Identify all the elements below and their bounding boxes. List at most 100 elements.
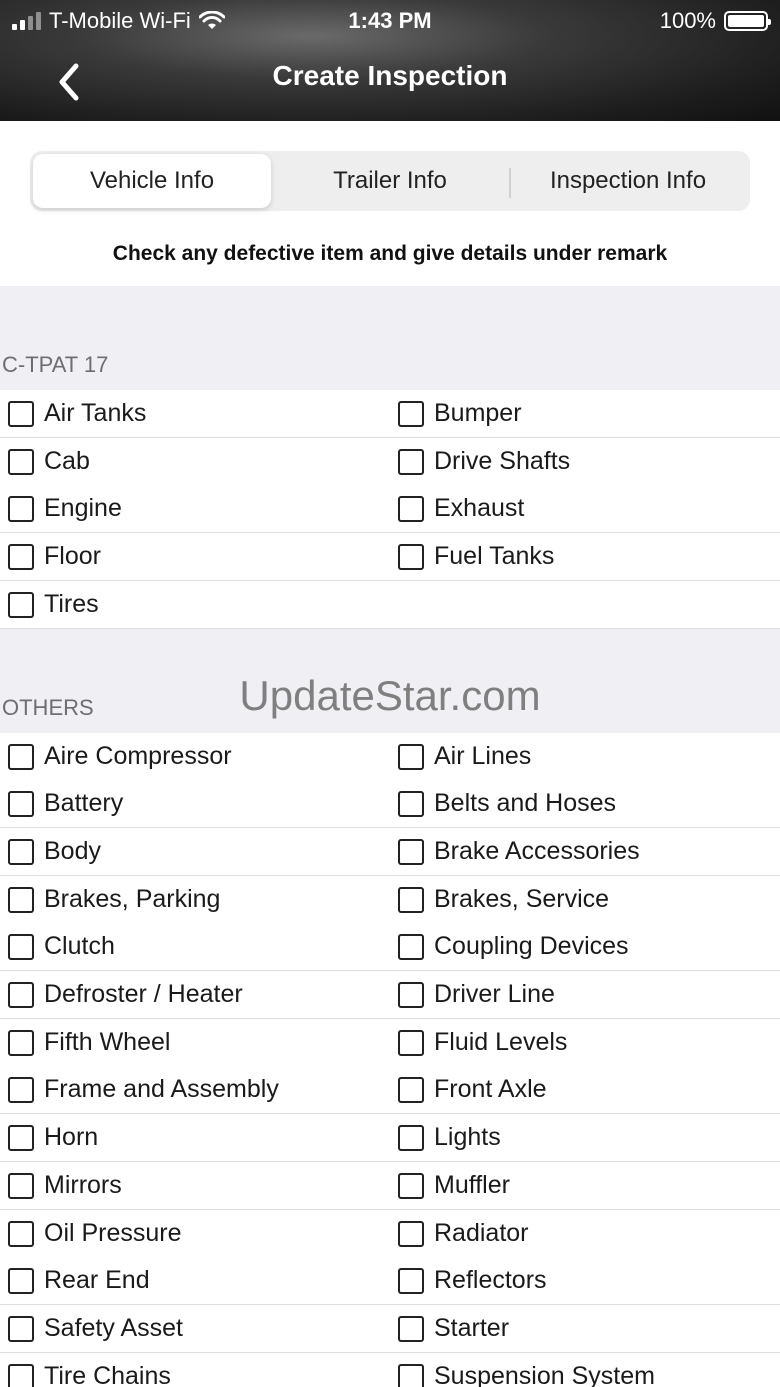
checklist-item[interactable]: Floor xyxy=(8,533,101,580)
checkbox-icon[interactable] xyxy=(398,543,424,570)
checklist-item[interactable]: Brakes, Service xyxy=(398,876,609,923)
checkbox-icon[interactable] xyxy=(398,1363,424,1387)
checklist-item[interactable]: Exhaust xyxy=(398,485,524,532)
checklist-item[interactable]: Aire Compressor xyxy=(8,733,232,780)
checkbox-icon[interactable] xyxy=(398,1315,424,1342)
checklist-item[interactable]: Radiator xyxy=(398,1210,529,1257)
checkbox-icon[interactable] xyxy=(398,743,424,770)
checklist-row: Tires xyxy=(0,581,780,629)
checklist-item[interactable]: Oil Pressure xyxy=(8,1210,182,1257)
checkbox-icon[interactable] xyxy=(8,1315,34,1342)
tab-vehicle-info[interactable]: Vehicle Info xyxy=(33,154,271,208)
checklist-item[interactable]: Brake Accessories xyxy=(398,828,640,875)
checklist-item[interactable]: Front Axle xyxy=(398,1066,547,1113)
checkbox-icon[interactable] xyxy=(8,981,34,1008)
checklist-item[interactable]: Reflectors xyxy=(398,1257,547,1304)
tab-inspection-info[interactable]: Inspection Info xyxy=(509,154,747,208)
checklist-item[interactable]: Muffler xyxy=(398,1162,510,1209)
checkbox-icon[interactable] xyxy=(8,790,34,817)
checklist-item[interactable]: Cab xyxy=(8,438,90,485)
checklist-item[interactable]: Mirrors xyxy=(8,1162,122,1209)
checklist-item[interactable]: Lights xyxy=(398,1114,501,1161)
checkbox-icon[interactable] xyxy=(8,1124,34,1151)
checklist-item[interactable]: Coupling Devices xyxy=(398,923,629,970)
checklist-item[interactable]: Fluid Levels xyxy=(398,1019,567,1066)
checklist-item-label: Rear End xyxy=(44,1266,150,1294)
checkbox-icon[interactable] xyxy=(398,933,424,960)
checklist-item[interactable]: Horn xyxy=(8,1114,98,1161)
checklist-item[interactable]: Battery xyxy=(8,780,123,827)
checkbox-icon[interactable] xyxy=(8,933,34,960)
checklist-item-label: Fuel Tanks xyxy=(434,542,555,570)
checkbox-icon[interactable] xyxy=(8,495,34,522)
checklist-item-label: Body xyxy=(44,837,101,865)
checkbox-icon[interactable] xyxy=(398,400,424,427)
checklist-item-label: Fluid Levels xyxy=(434,1028,568,1056)
section-title: OTHERS xyxy=(2,694,94,720)
checkbox-icon[interactable] xyxy=(8,543,34,570)
page-title: Create Inspection xyxy=(272,60,508,91)
checkbox-icon[interactable] xyxy=(8,1076,34,1103)
checkbox-icon[interactable] xyxy=(8,1267,34,1294)
checklist-row: Floor Fuel Tanks xyxy=(0,533,780,581)
section-header: OTHERS xyxy=(0,628,780,734)
checkbox-icon[interactable] xyxy=(398,495,424,522)
checklist-item-label: Floor xyxy=(44,542,101,570)
checklist-item[interactable]: Drive Shafts xyxy=(398,438,570,485)
checkbox-icon[interactable] xyxy=(8,400,34,427)
checklist-item[interactable]: Body xyxy=(8,828,101,875)
checkbox-icon[interactable] xyxy=(398,886,424,913)
checkbox-icon[interactable] xyxy=(8,448,34,475)
instruction-text: Check any defective item and give detail… xyxy=(112,242,668,265)
checkbox-icon[interactable] xyxy=(398,790,424,817)
checklist-item-label: Starter xyxy=(434,1314,510,1342)
checklist-row: Body Brake Accessories xyxy=(0,828,780,876)
checklist-row: Tire Chains Suspension System xyxy=(0,1353,780,1387)
checkbox-icon[interactable] xyxy=(398,838,424,865)
checklist-item[interactable]: Frame and Assembly xyxy=(8,1066,279,1113)
checklist-item-label: Frame and Assembly xyxy=(44,1075,279,1103)
checkbox-icon[interactable] xyxy=(8,591,34,618)
checkbox-icon[interactable] xyxy=(8,743,34,770)
checklist-item[interactable]: Air Tanks xyxy=(8,390,146,437)
checklist-row: Rear End Reflectors xyxy=(0,1257,780,1305)
checkbox-icon[interactable] xyxy=(8,1172,34,1199)
checkbox-icon[interactable] xyxy=(8,1029,34,1056)
checklist-item[interactable]: Belts and Hoses xyxy=(398,780,616,827)
checklist-item-label: Clutch xyxy=(44,932,115,960)
checklist-item[interactable]: Defroster / Heater xyxy=(8,971,243,1018)
checklist-item[interactable]: Engine xyxy=(8,485,122,532)
checklist-item[interactable]: Rear End xyxy=(8,1257,150,1304)
checklist-item[interactable]: Fuel Tanks xyxy=(398,533,554,580)
checkbox-icon[interactable] xyxy=(398,1124,424,1151)
checklist-item-label: Lights xyxy=(434,1123,501,1151)
checklist-item[interactable]: Brakes, Parking xyxy=(8,876,220,923)
checklist-item[interactable]: Suspension System xyxy=(398,1353,655,1387)
checkbox-icon[interactable] xyxy=(398,981,424,1008)
checkbox-icon[interactable] xyxy=(398,1172,424,1199)
checklist-item[interactable]: Air Lines xyxy=(398,733,531,780)
segmented-control: Vehicle Info Trailer Info Inspection Inf… xyxy=(30,151,750,211)
checkbox-icon[interactable] xyxy=(398,1220,424,1247)
checklist-item[interactable]: Bumper xyxy=(398,390,522,437)
checklist-item[interactable]: Starter xyxy=(398,1305,509,1352)
checklist-item-label: Suspension System xyxy=(434,1362,655,1387)
checklist-item[interactable]: Fifth Wheel xyxy=(8,1019,170,1066)
checklist-item[interactable]: Driver Line xyxy=(398,971,555,1018)
checkbox-icon[interactable] xyxy=(398,1076,424,1103)
checkbox-icon[interactable] xyxy=(8,1220,34,1247)
checkbox-icon[interactable] xyxy=(8,886,34,913)
checklist-item[interactable]: Tires xyxy=(8,581,99,628)
checklist-row: Mirrors Muffler xyxy=(0,1162,780,1210)
checkbox-icon[interactable] xyxy=(8,1363,34,1387)
checklist-item[interactable]: Safety Asset xyxy=(8,1305,183,1352)
checklist-item[interactable]: Tire Chains xyxy=(8,1353,171,1387)
checklist-item-label: Drive Shafts xyxy=(434,447,571,475)
checklist-item-label: Safety Asset xyxy=(44,1314,183,1342)
checkbox-icon[interactable] xyxy=(398,1267,424,1294)
checkbox-icon[interactable] xyxy=(398,1029,424,1056)
checkbox-icon[interactable] xyxy=(8,838,34,865)
checklist-item[interactable]: Clutch xyxy=(8,923,115,970)
tab-trailer-info[interactable]: Trailer Info xyxy=(271,154,509,208)
checkbox-icon[interactable] xyxy=(398,448,424,475)
